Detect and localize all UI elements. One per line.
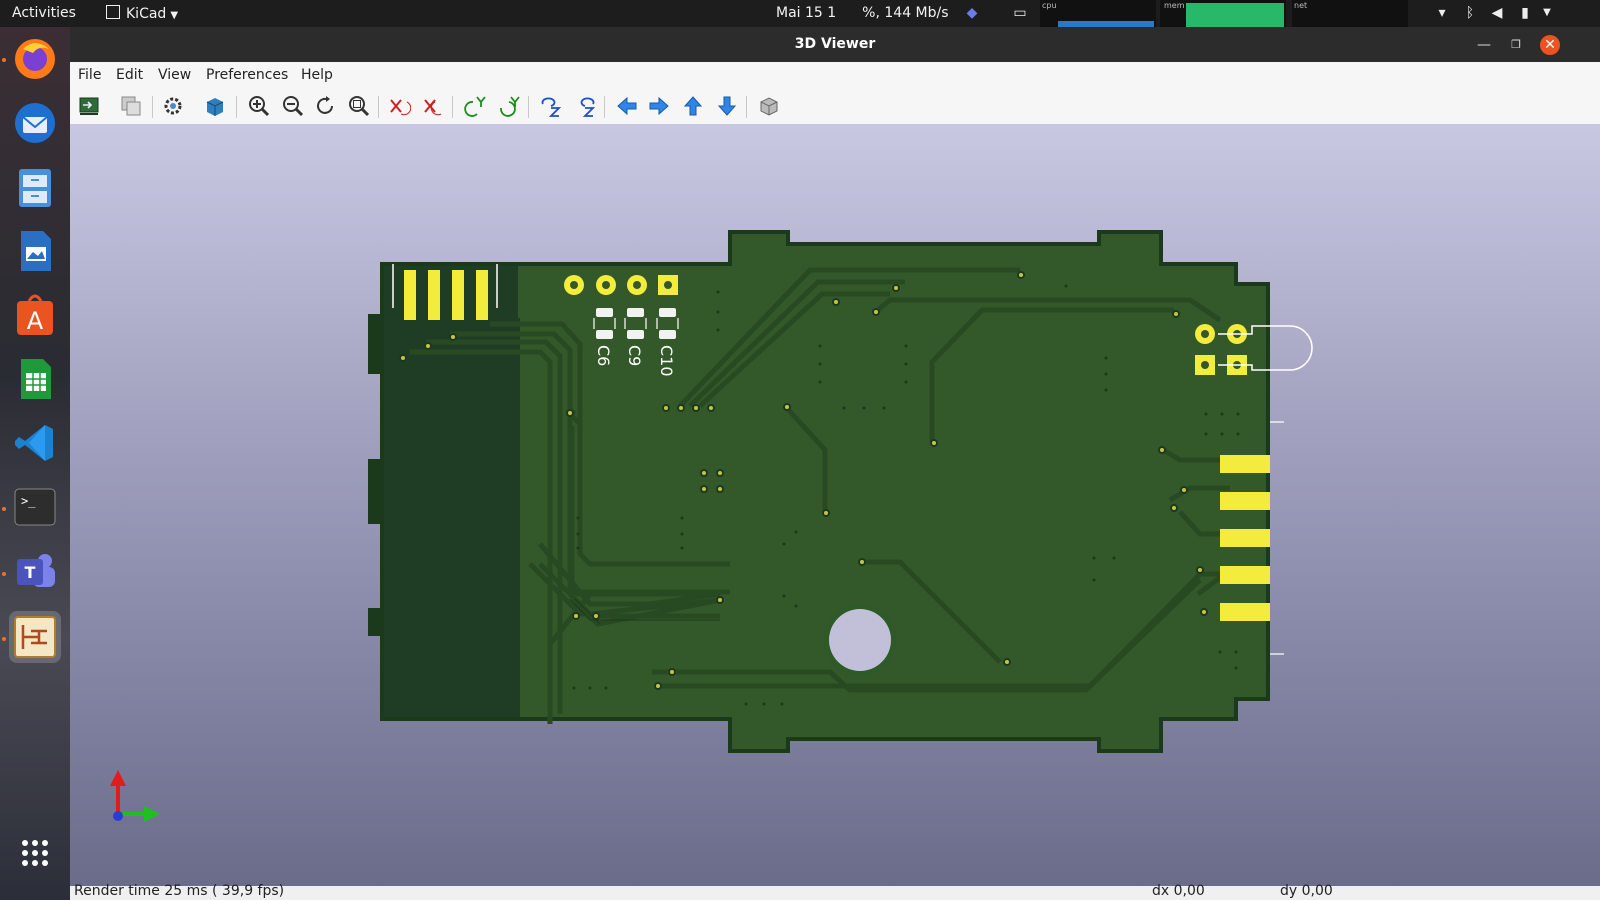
cpu-graph[interactable]: cpu xyxy=(1040,0,1156,27)
thunderbird-icon[interactable] xyxy=(9,97,61,149)
clock-label: Mai 15 1 xyxy=(776,5,837,21)
rotate-z-cw-icon[interactable] xyxy=(538,93,564,119)
cpu-label: cpu xyxy=(1042,1,1057,10)
app-center-icon[interactable]: A xyxy=(9,289,61,341)
ref-c9: C9 xyxy=(625,345,644,366)
teams-tray-icon[interactable]: ◆ xyxy=(963,4,981,22)
toolbar-separator xyxy=(528,96,529,118)
zoom-fit-icon[interactable] xyxy=(346,93,372,119)
svg-text:A: A xyxy=(27,307,44,335)
render-options-icon[interactable] xyxy=(160,93,186,119)
kicad-pcb-icon[interactable] xyxy=(9,611,61,663)
status-bar: Render time 25 ms ( 39,9 fps) dx 0,00 dy… xyxy=(70,883,1600,900)
dx-readout: dx 0,00 xyxy=(1152,883,1205,899)
zoom-in-icon[interactable] xyxy=(246,93,272,119)
minimize-icon[interactable]: — xyxy=(1474,35,1494,55)
running-indicator xyxy=(2,572,6,576)
svg-text:T: T xyxy=(25,563,36,582)
app-menu-label: KiCad xyxy=(126,6,167,22)
dy-readout: dy 0,00 xyxy=(1280,883,1333,899)
wifi-icon[interactable]: ▾ xyxy=(1433,4,1451,22)
ref-c6: C6 xyxy=(594,345,613,366)
battery-icon[interactable]: ▮ xyxy=(1516,4,1534,22)
axis-gizmo xyxy=(110,770,160,822)
pcb-render: C6 C9 C10 xyxy=(110,230,1313,822)
terminal-icon[interactable]: >_ xyxy=(9,481,61,533)
move-down-icon[interactable] xyxy=(714,93,740,119)
maximize-icon[interactable]: ❐ xyxy=(1506,35,1526,55)
menu-help[interactable]: Help xyxy=(301,67,333,83)
net-label: net xyxy=(1294,1,1308,10)
menu-preferences[interactable]: Preferences xyxy=(206,67,288,83)
toolbar-separator xyxy=(378,96,379,118)
move-right-icon[interactable] xyxy=(646,93,672,119)
menu-view[interactable]: View xyxy=(158,67,191,83)
volume-icon[interactable]: ◀ xyxy=(1488,4,1506,22)
edge-marks xyxy=(1270,421,1284,655)
bluetooth-icon[interactable]: ᛒ xyxy=(1461,4,1479,22)
move-left-icon[interactable] xyxy=(614,93,640,119)
copy-3d-image-icon[interactable] xyxy=(118,93,144,119)
running-indicator xyxy=(2,58,6,62)
kicad-app-icon xyxy=(106,5,120,19)
calc-icon[interactable] xyxy=(9,353,61,405)
mem-label: mem xyxy=(1164,1,1185,10)
files-icon[interactable] xyxy=(9,161,61,213)
dock: A >_ T xyxy=(0,27,70,900)
rotate-y-ccw-icon[interactable] xyxy=(496,93,522,119)
orthographic-icon[interactable] xyxy=(756,93,782,119)
teams-icon[interactable]: T xyxy=(9,545,61,597)
rotate-x-ccw-icon[interactable] xyxy=(420,93,446,119)
toolbar-separator xyxy=(746,96,747,118)
firefox-icon[interactable] xyxy=(9,33,61,85)
redraw-icon[interactable] xyxy=(312,93,338,119)
activities-button[interactable]: Activities xyxy=(12,5,76,21)
raytracing-icon[interactable] xyxy=(202,93,228,119)
toolbar-separator xyxy=(236,96,237,118)
net-graph[interactable]: net xyxy=(1292,0,1408,27)
title-bar[interactable]: 3D Viewer — ❐ ✕ xyxy=(70,27,1600,62)
reload-board-icon[interactable] xyxy=(76,93,102,119)
app-menu[interactable]: KiCad ▼ xyxy=(106,5,178,22)
rotate-z-ccw-icon[interactable] xyxy=(572,93,598,119)
svg-text:>_: >_ xyxy=(21,494,36,508)
toolbar-separator xyxy=(152,96,153,118)
zoom-out-icon[interactable] xyxy=(280,93,306,119)
3d-viewport[interactable]: C6 C9 C10 xyxy=(70,124,1600,886)
rotate-y-cw-icon[interactable] xyxy=(462,93,488,119)
ref-c10: C10 xyxy=(657,345,676,377)
menu-file[interactable]: File xyxy=(78,67,101,83)
clock[interactable]: Mai 15 1 %, 144 Mb/s xyxy=(776,5,949,21)
system-monitor-icon[interactable]: ▭ xyxy=(1011,4,1029,22)
running-indicator xyxy=(2,507,6,511)
top-bar: Activities KiCad ▼ Mai 15 1%, 144 Mb/s ◆ … xyxy=(0,0,1600,27)
window-title: 3D Viewer xyxy=(794,36,876,52)
chevron-down-icon: ▼ xyxy=(170,10,179,21)
render-time: Render time 25 ms ( 39,9 fps) xyxy=(74,883,285,899)
close-icon[interactable]: ✕ xyxy=(1540,35,1560,55)
mounting-hole-center xyxy=(829,609,891,671)
toolbar-separator xyxy=(604,96,605,118)
mem-graph-fill xyxy=(1186,3,1284,27)
toolbar-separator xyxy=(452,96,453,118)
rotate-x-cw-icon[interactable] xyxy=(386,93,412,119)
move-up-icon[interactable] xyxy=(680,93,706,119)
show-apps-icon[interactable] xyxy=(9,827,61,879)
3d-viewer-window: 3D Viewer — ❐ ✕ File Edit View Preferenc… xyxy=(70,27,1600,900)
menu-bar: File Edit View Preferences Help xyxy=(70,62,1600,88)
system-menu-chevron-icon[interactable]: ▼ xyxy=(1538,4,1556,22)
menu-edit[interactable]: Edit xyxy=(116,67,143,83)
running-indicator xyxy=(2,637,6,641)
writer-icon[interactable] xyxy=(9,225,61,277)
mem-graph[interactable]: mem xyxy=(1160,0,1286,27)
net-speed-readout: %, 144 Mb/s xyxy=(862,5,949,21)
vscode-icon[interactable] xyxy=(9,417,61,469)
toolbar xyxy=(70,88,1600,125)
